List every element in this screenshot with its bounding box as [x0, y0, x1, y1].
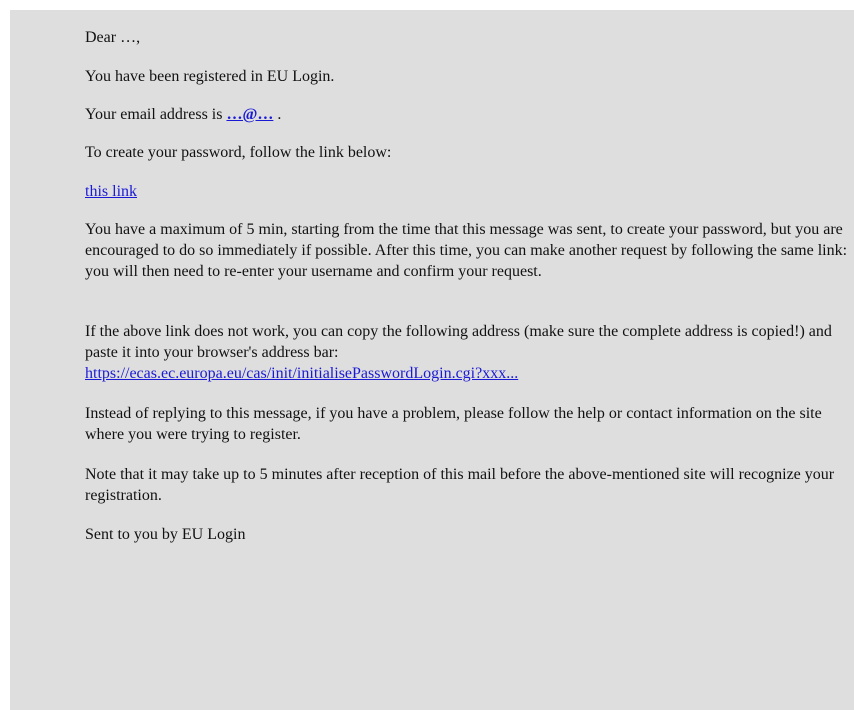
address-link[interactable]: https://ecas.ec.europa.eu/cas/init/initi… [85, 365, 518, 382]
greeting: Dear …, [85, 29, 141, 46]
copy-address-paragraph: If the above link does not work, you can… [85, 321, 848, 384]
email-address-link[interactable]: …@… [226, 106, 273, 123]
this-link-line: this link [85, 181, 848, 202]
this-link[interactable]: this link [85, 183, 137, 200]
time-limit-text: You have a maximum of 5 min, starting fr… [85, 221, 848, 280]
registered-text: You have been registered in EU Login. [85, 68, 335, 85]
note-text: Note that it may take up to 5 minutes af… [85, 466, 835, 504]
create-password-text: To create your password, follow the link… [85, 144, 392, 161]
copy-address-text: If the above link does not work, you can… [85, 323, 832, 361]
help-text: Instead of replying to this message, if … [85, 405, 822, 443]
email-address-prefix: Your email address is [85, 106, 227, 123]
email-body: Dear …, You have been registered in EU L… [10, 10, 854, 710]
email-address-suffix: . [273, 106, 282, 123]
signature: Sent to you by EU Login [85, 526, 246, 543]
email-address-line: Your email address is …@… . [85, 104, 848, 125]
